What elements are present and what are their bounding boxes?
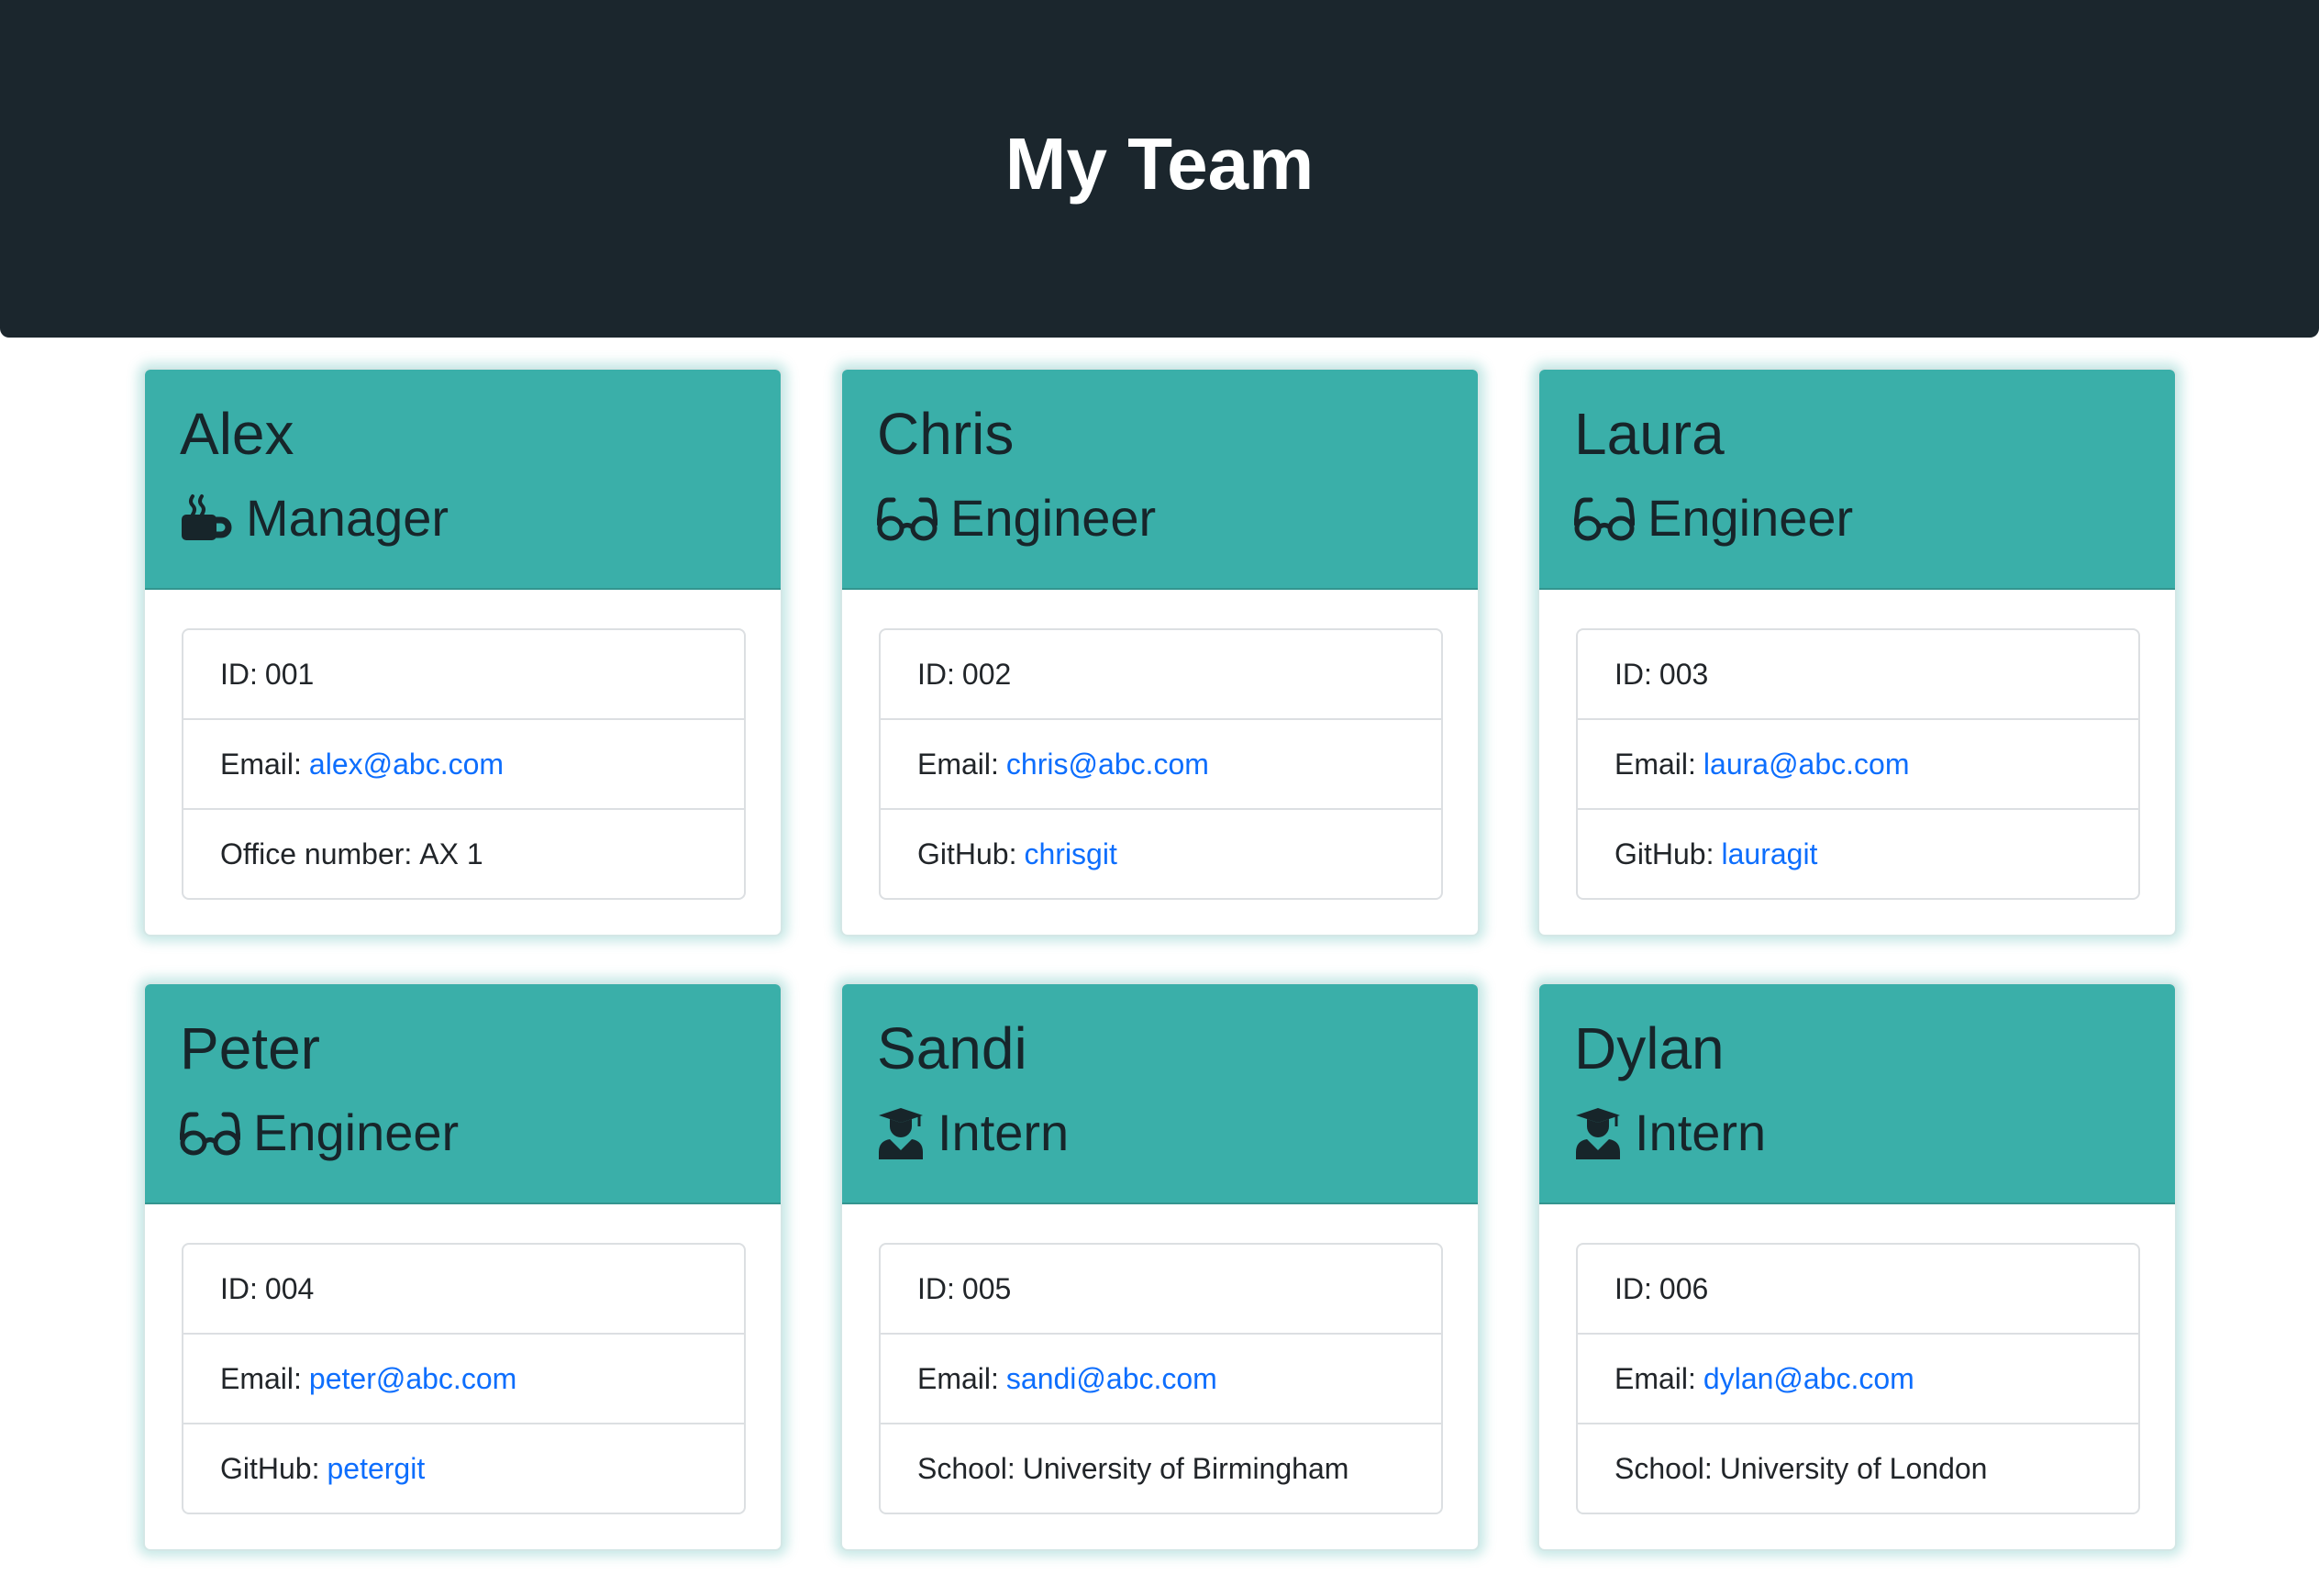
email-link[interactable]: peter@abc.com — [309, 1362, 516, 1396]
id-value: 002 — [961, 657, 1012, 691]
employee-role: Intern — [877, 1098, 1443, 1168]
list-item-office: Office number: AX 1 — [183, 810, 744, 898]
page-header: My Team — [0, 0, 2319, 338]
id-label: ID: — [1614, 1271, 1652, 1305]
info-list: ID: 004 Email: peter@abc.com GitHub: pet… — [182, 1243, 746, 1514]
list-item-github: GitHub: lauragit — [1578, 810, 2138, 898]
role-label: Engineer — [1648, 489, 1854, 547]
employee-name: Dylan — [1574, 1015, 1725, 1081]
card-header: Alex Manager — [145, 370, 781, 590]
glasses-icon — [877, 494, 938, 542]
employee-card: Laura Engineer ID: 003 Email: laura@abc.… — [1537, 368, 2177, 937]
id-value: 005 — [961, 1271, 1012, 1305]
employee-role: Engineer — [877, 483, 1443, 553]
email-label: Email: — [1614, 747, 1696, 781]
github-label: GitHub: — [1614, 837, 1714, 870]
email-label: Email: — [1614, 1361, 1696, 1395]
id-value: 001 — [264, 657, 315, 691]
employee-role: Manager — [180, 483, 746, 553]
github-label: GitHub: — [917, 837, 1017, 870]
id-value: 006 — [1659, 1271, 1709, 1305]
list-item-github: GitHub: chrisgit — [881, 810, 1441, 898]
glasses-icon — [180, 1109, 240, 1157]
employee-card: Chris Engineer ID: 002 Email: chris@abc.… — [840, 368, 1480, 937]
info-list: ID: 005 Email: sandi@abc.com School: Uni… — [879, 1243, 1443, 1514]
employee-name: Chris — [877, 401, 1015, 467]
list-item-id: ID: 002 — [881, 630, 1441, 720]
employee-name: Sandi — [877, 1015, 1027, 1081]
list-item-id: ID: 004 — [183, 1245, 744, 1335]
employee-role: Engineer — [1574, 483, 2140, 553]
graduate-icon — [877, 1106, 925, 1159]
email-label: Email: — [220, 1361, 302, 1395]
github-link[interactable]: petergit — [327, 1452, 425, 1486]
school-label: School: — [917, 1451, 1015, 1485]
id-label: ID: — [1614, 657, 1652, 691]
school-value: University of Birmingham — [1022, 1451, 1349, 1485]
info-list: ID: 003 Email: laura@abc.com GitHub: lau… — [1576, 628, 2140, 900]
role-label: Manager — [246, 489, 449, 547]
id-value: 003 — [1659, 657, 1709, 691]
employee-name: Peter — [180, 1015, 320, 1081]
list-item-school: School: University of London — [1578, 1424, 2138, 1513]
employee-name: Laura — [1574, 401, 1725, 467]
card-header: Sandi Intern — [842, 984, 1478, 1204]
list-item-email: Email: chris@abc.com — [881, 720, 1441, 810]
office-value: AX 1 — [419, 837, 483, 870]
email-link[interactable]: laura@abc.com — [1703, 748, 1910, 781]
list-item-id: ID: 001 — [183, 630, 744, 720]
info-list: ID: 006 Email: dylan@abc.com School: Uni… — [1576, 1243, 2140, 1514]
school-value: University of London — [1719, 1451, 1988, 1485]
employee-role: Intern — [1574, 1098, 2140, 1168]
id-label: ID: — [917, 657, 955, 691]
coffee-mug-icon — [180, 493, 233, 544]
info-list: ID: 001 Email: alex@abc.com Office numbe… — [182, 628, 746, 900]
role-label: Intern — [1635, 1103, 1767, 1161]
list-item-id: ID: 005 — [881, 1245, 1441, 1335]
email-label: Email: — [917, 1361, 999, 1395]
list-item-github: GitHub: petergit — [183, 1424, 744, 1513]
list-item-email: Email: sandi@abc.com — [881, 1335, 1441, 1424]
github-link[interactable]: lauragit — [1721, 837, 1817, 871]
role-label: Engineer — [253, 1103, 460, 1161]
list-item-school: School: University of Birmingham — [881, 1424, 1441, 1513]
employee-role: Engineer — [180, 1098, 746, 1168]
email-link[interactable]: alex@abc.com — [309, 748, 504, 781]
list-item-id: ID: 003 — [1578, 630, 2138, 720]
role-label: Engineer — [950, 489, 1157, 547]
email-link[interactable]: dylan@abc.com — [1703, 1362, 1914, 1396]
github-label: GitHub: — [220, 1451, 320, 1485]
employee-name: Alex — [180, 401, 294, 467]
email-label: Email: — [917, 747, 999, 781]
role-label: Intern — [938, 1103, 1070, 1161]
list-item-email: Email: peter@abc.com — [183, 1335, 744, 1424]
page-title: My Team — [1004, 123, 1315, 205]
list-item-email: Email: alex@abc.com — [183, 720, 744, 810]
id-label: ID: — [220, 1271, 258, 1305]
list-item-email: Email: dylan@abc.com — [1578, 1335, 2138, 1424]
email-link[interactable]: chris@abc.com — [1006, 748, 1209, 781]
office-label: Office number: — [220, 837, 413, 870]
card-header: Laura Engineer — [1539, 370, 2175, 590]
employee-card: Alex Manager ID: 001 Email: alex@abc.com… — [143, 368, 782, 937]
github-link[interactable]: chrisgit — [1024, 837, 1116, 871]
card-header: Dylan Intern — [1539, 984, 2175, 1204]
card-header: Chris Engineer — [842, 370, 1478, 590]
id-value: 004 — [264, 1271, 315, 1305]
glasses-icon — [1574, 494, 1635, 542]
school-label: School: — [1614, 1451, 1713, 1485]
employee-card: Sandi Intern ID: 005 Email: sandi@abc.co… — [840, 982, 1480, 1551]
list-item-email: Email: laura@abc.com — [1578, 720, 2138, 810]
info-list: ID: 002 Email: chris@abc.com GitHub: chr… — [879, 628, 1443, 900]
id-label: ID: — [220, 657, 258, 691]
employee-card: Dylan Intern ID: 006 Email: dylan@abc.co… — [1537, 982, 2177, 1551]
graduate-icon — [1574, 1106, 1622, 1159]
id-label: ID: — [917, 1271, 955, 1305]
employee-card: Peter Engineer ID: 004 Email: peter@abc.… — [143, 982, 782, 1551]
email-link[interactable]: sandi@abc.com — [1006, 1362, 1217, 1396]
list-item-id: ID: 006 — [1578, 1245, 2138, 1335]
card-header: Peter Engineer — [145, 984, 781, 1204]
email-label: Email: — [220, 747, 302, 781]
